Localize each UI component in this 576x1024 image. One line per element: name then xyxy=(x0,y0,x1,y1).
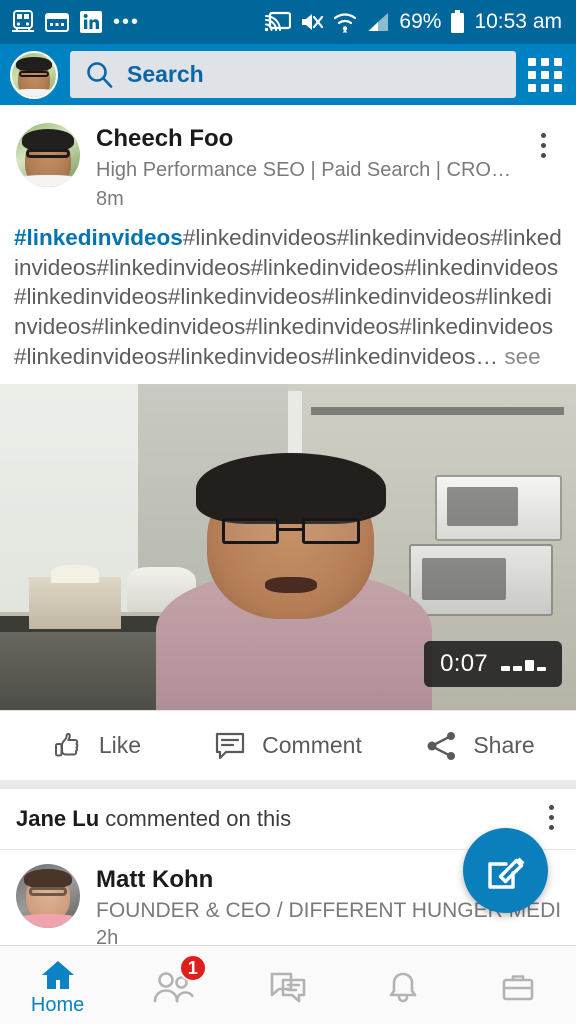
feed-post-card: Cheech Foo High Performance SEO | Paid S… xyxy=(0,105,576,781)
video-tissue-box xyxy=(28,565,121,629)
video-microwave-top xyxy=(434,475,562,541)
secondary-post-overflow-menu-icon[interactable] xyxy=(549,805,554,831)
like-label: Like xyxy=(98,732,142,759)
app-launcher-icon[interactable] xyxy=(528,57,562,92)
video-microwave-bottom xyxy=(408,543,553,616)
social-actor-name[interactable]: Jane Lu xyxy=(16,806,99,831)
home-icon xyxy=(41,960,74,989)
linkedin-icon xyxy=(80,11,102,33)
messaging-icon xyxy=(270,972,306,1003)
thumbs-up-icon xyxy=(54,732,79,757)
nav-item-notifications[interactable] xyxy=(346,946,461,1024)
cast-icon xyxy=(265,11,292,32)
video-person-mouth xyxy=(264,576,317,593)
comment-button[interactable]: Comment xyxy=(192,729,384,763)
calendar-icon xyxy=(45,13,69,32)
secondary-post-timestamp: 2h xyxy=(96,926,119,945)
battery-percent: 69% xyxy=(399,10,442,33)
nav-item-my-network[interactable]: 1 xyxy=(115,946,230,1024)
post-author-avatar[interactable] xyxy=(16,123,80,187)
post-timestamp: 8m xyxy=(96,187,124,210)
network-badge-count: 1 xyxy=(178,954,207,982)
nav-item-messaging[interactable] xyxy=(230,946,345,1024)
comment-bubble-icon xyxy=(216,732,245,759)
post-text[interactable]: #linkedinvideos#linkedinvideos#linkedinv… xyxy=(0,217,576,385)
post-author-meta: Cheech Foo High Performance SEO | Paid S… xyxy=(96,123,510,211)
post-hashtag-link[interactable]: #linkedinvideos xyxy=(14,225,183,250)
avatar[interactable] xyxy=(10,50,58,99)
status-bar-left-icons: ••• xyxy=(12,10,140,34)
secondary-post-author-avatar[interactable] xyxy=(16,864,80,929)
feed-scroll-container[interactable]: Cheech Foo High Performance SEO | Paid S… xyxy=(0,105,576,945)
compose-pencil-icon xyxy=(487,857,524,889)
comment-label: Comment xyxy=(262,732,362,759)
app-header: Search xyxy=(0,44,576,105)
search-placeholder: Search xyxy=(127,61,204,87)
share-label: Share xyxy=(473,732,535,759)
video-person-glasses-right xyxy=(302,517,360,544)
status-bar: ••• 69% 10:53 am xyxy=(0,0,576,44)
video-shelf xyxy=(311,407,565,416)
nav-label-home: Home xyxy=(30,993,85,1016)
video-duration-text: 0:07 xyxy=(440,650,488,678)
search-input[interactable]: Search xyxy=(70,51,516,98)
post-overflow-menu-icon[interactable] xyxy=(526,123,560,211)
post-video-player[interactable]: 0:07 xyxy=(0,384,576,711)
wifi-icon xyxy=(334,13,357,33)
briefcase-icon xyxy=(503,975,534,1001)
post-header: Cheech Foo High Performance SEO | Paid S… xyxy=(0,105,576,217)
post-author-name[interactable]: Cheech Foo xyxy=(96,125,510,153)
video-duration-badge[interactable]: 0:07 xyxy=(424,641,562,688)
post-action-bar: Like Comment Share xyxy=(0,710,576,781)
linkedin-mobile-screen: ••• 69% 10:53 am Search Cheech Foo High … xyxy=(0,0,576,1024)
clock-time: 10:53 am xyxy=(474,10,562,33)
video-person-glasses-bridge xyxy=(279,527,303,531)
nav-item-home[interactable]: Home xyxy=(0,946,115,1024)
share-button[interactable]: Share xyxy=(384,729,576,763)
like-button[interactable]: Like xyxy=(0,729,192,763)
vibrate-mute-icon xyxy=(302,14,324,30)
nav-item-jobs[interactable] xyxy=(461,946,576,1024)
signal-icon xyxy=(368,13,389,31)
compose-post-button[interactable] xyxy=(463,828,548,913)
train-icon xyxy=(12,10,34,32)
bell-icon xyxy=(389,972,417,1003)
status-bar-right-icons: 69% 10:53 am xyxy=(265,10,562,34)
see-more-link[interactable]: see xyxy=(498,344,540,369)
post-author-headline: High Performance SEO | Paid Search | CRO… xyxy=(96,158,510,181)
battery-icon xyxy=(451,10,465,33)
video-person-glasses-left xyxy=(221,517,280,544)
video-person-hair xyxy=(195,452,386,525)
bottom-navigation-bar: Home 1 xyxy=(0,945,576,1024)
volume-muted-bars-icon[interactable] xyxy=(501,657,546,672)
share-nodes-icon xyxy=(427,731,456,760)
more-icon: ••• xyxy=(113,11,141,33)
social-action-text: commented on this xyxy=(99,806,292,832)
search-icon xyxy=(87,62,113,88)
